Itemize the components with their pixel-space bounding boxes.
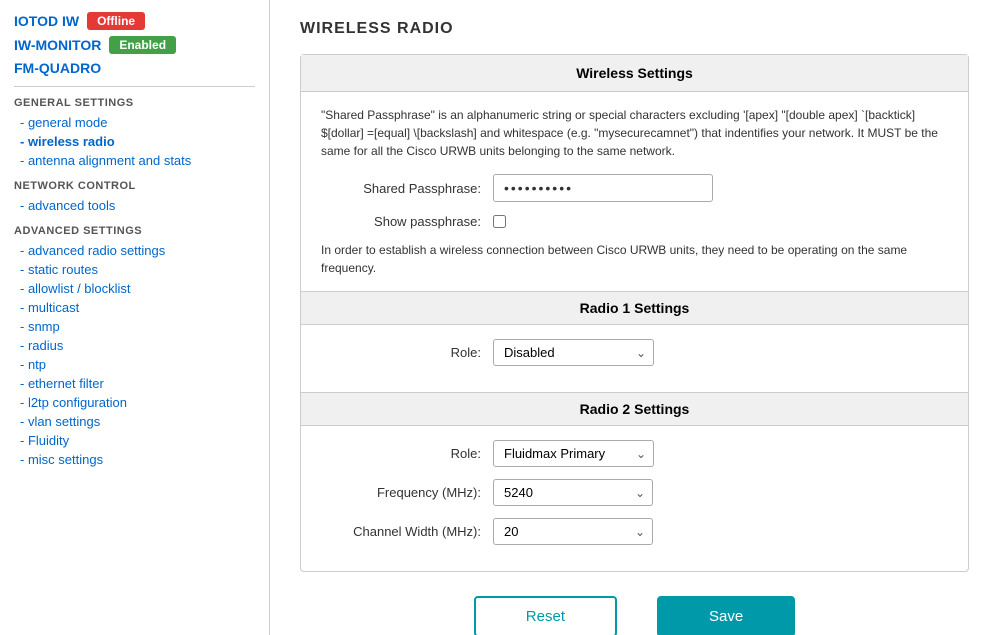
page-title: WIRELESS RADIO	[300, 20, 969, 38]
radio1-role-label: Role:	[321, 345, 481, 360]
radio1-role-row: Role: Disabled Fluidmax Primary Fluidmax…	[321, 339, 948, 366]
sidebar-item-ntp[interactable]: - ntp	[14, 355, 255, 374]
save-button[interactable]: Save	[657, 596, 795, 635]
radio2-frequency-label: Frequency (MHz):	[321, 485, 481, 500]
radio1-body: Role: Disabled Fluidmax Primary Fluidmax…	[301, 325, 968, 392]
sidebar-item-misc-settings[interactable]: - misc settings	[14, 450, 255, 469]
device-iotod-iw: IOTOD IW Offline	[14, 12, 255, 30]
wireless-settings-header: Wireless Settings	[301, 55, 968, 92]
radio2-header: Radio 2 Settings	[301, 392, 968, 426]
radio2-role-label: Role:	[321, 446, 481, 461]
wireless-settings-body: "Shared Passphrase" is an alphanumeric s…	[301, 92, 968, 291]
sidebar-item-snmp[interactable]: - snmp	[14, 317, 255, 336]
sidebar-item-vlan-settings[interactable]: - vlan settings	[14, 412, 255, 431]
sidebar-item-wireless-radio[interactable]: - wireless radio	[14, 132, 255, 151]
passphrase-row: Shared Passphrase:	[321, 174, 948, 202]
sidebar: IOTOD IW Offline IW-MONITOR Enabled FM-Q…	[0, 0, 270, 635]
radio2-channel-width-row: Channel Width (MHz): 20 40 80 ⌄	[321, 518, 948, 545]
sidebar-item-l2tp[interactable]: - l2tp configuration	[14, 393, 255, 412]
radio2-role-row: Role: Disabled Fluidmax Primary Fluidmax…	[321, 440, 948, 467]
sidebar-item-fluidity[interactable]: - Fluidity	[14, 431, 255, 450]
radio2-role-select[interactable]: Disabled Fluidmax Primary Fluidmax Secon…	[493, 440, 654, 467]
sidebar-item-antenna[interactable]: - antenna alignment and stats	[14, 151, 255, 170]
radio2-frequency-select[interactable]: 5180 5200 5220 5240 5260 5280 5300 5320	[493, 479, 653, 506]
sidebar-item-radius[interactable]: - radius	[14, 336, 255, 355]
sidebar-item-allowlist-blocklist[interactable]: - allowlist / blocklist	[14, 279, 255, 298]
main-content: WIRELESS RADIO Wireless Settings "Shared…	[270, 0, 999, 635]
show-passphrase-checkbox-label	[493, 215, 506, 228]
connection-info-text: In order to establish a wireless connect…	[321, 241, 948, 277]
device-badge-iwmonitor: Enabled	[109, 36, 176, 54]
device-iw-monitor: IW-MONITOR Enabled	[14, 36, 255, 54]
radio2-channel-width-select[interactable]: 20 40 80	[493, 518, 653, 545]
show-passphrase-checkbox[interactable]	[493, 215, 506, 228]
passphrase-description: "Shared Passphrase" is an alphanumeric s…	[321, 106, 948, 160]
sidebar-divider-1	[14, 86, 255, 87]
radio2-role-select-wrapper: Disabled Fluidmax Primary Fluidmax Secon…	[493, 440, 654, 467]
radio2-body: Role: Disabled Fluidmax Primary Fluidmax…	[301, 426, 968, 571]
sidebar-item-ethernet-filter[interactable]: - ethernet filter	[14, 374, 255, 393]
device-name-iwmonitor[interactable]: IW-MONITOR	[14, 37, 101, 53]
reset-button[interactable]: Reset	[474, 596, 617, 635]
passphrase-label: Shared Passphrase:	[321, 181, 481, 196]
section-label-advanced: ADVANCED SETTINGS	[14, 225, 255, 237]
device-name-fmquadro[interactable]: FM-QUADRO	[14, 60, 101, 76]
section-label-general: GENERAL SETTINGS	[14, 97, 255, 109]
show-passphrase-row: Show passphrase:	[321, 214, 948, 229]
sidebar-item-advanced-radio-settings[interactable]: - advanced radio settings	[14, 241, 255, 260]
radio2-channel-width-label: Channel Width (MHz):	[321, 524, 481, 539]
device-name-iotod[interactable]: IOTOD IW	[14, 13, 79, 29]
radio1-header: Radio 1 Settings	[301, 291, 968, 325]
radio1-role-select[interactable]: Disabled Fluidmax Primary Fluidmax Secon…	[493, 339, 654, 366]
show-passphrase-label: Show passphrase:	[321, 214, 481, 229]
sidebar-item-multicast[interactable]: - multicast	[14, 298, 255, 317]
sidebar-item-advanced-tools[interactable]: - advanced tools	[14, 196, 255, 215]
sidebar-item-static-routes[interactable]: - static routes	[14, 260, 255, 279]
device-fm-quadro: FM-QUADRO	[14, 60, 255, 76]
device-badge-iotod: Offline	[87, 12, 145, 30]
section-label-network: NETWORK CONTROL	[14, 180, 255, 192]
wireless-settings-card: Wireless Settings "Shared Passphrase" is…	[300, 54, 969, 572]
radio1-role-select-wrapper: Disabled Fluidmax Primary Fluidmax Secon…	[493, 339, 654, 366]
passphrase-input[interactable]	[493, 174, 713, 202]
button-row: Reset Save	[300, 596, 969, 635]
radio2-channel-width-select-wrapper: 20 40 80 ⌄	[493, 518, 653, 545]
radio2-frequency-select-wrapper: 5180 5200 5220 5240 5260 5280 5300 5320 …	[493, 479, 653, 506]
radio2-frequency-row: Frequency (MHz): 5180 5200 5220 5240 526…	[321, 479, 948, 506]
sidebar-item-general-mode[interactable]: - general mode	[14, 113, 255, 132]
